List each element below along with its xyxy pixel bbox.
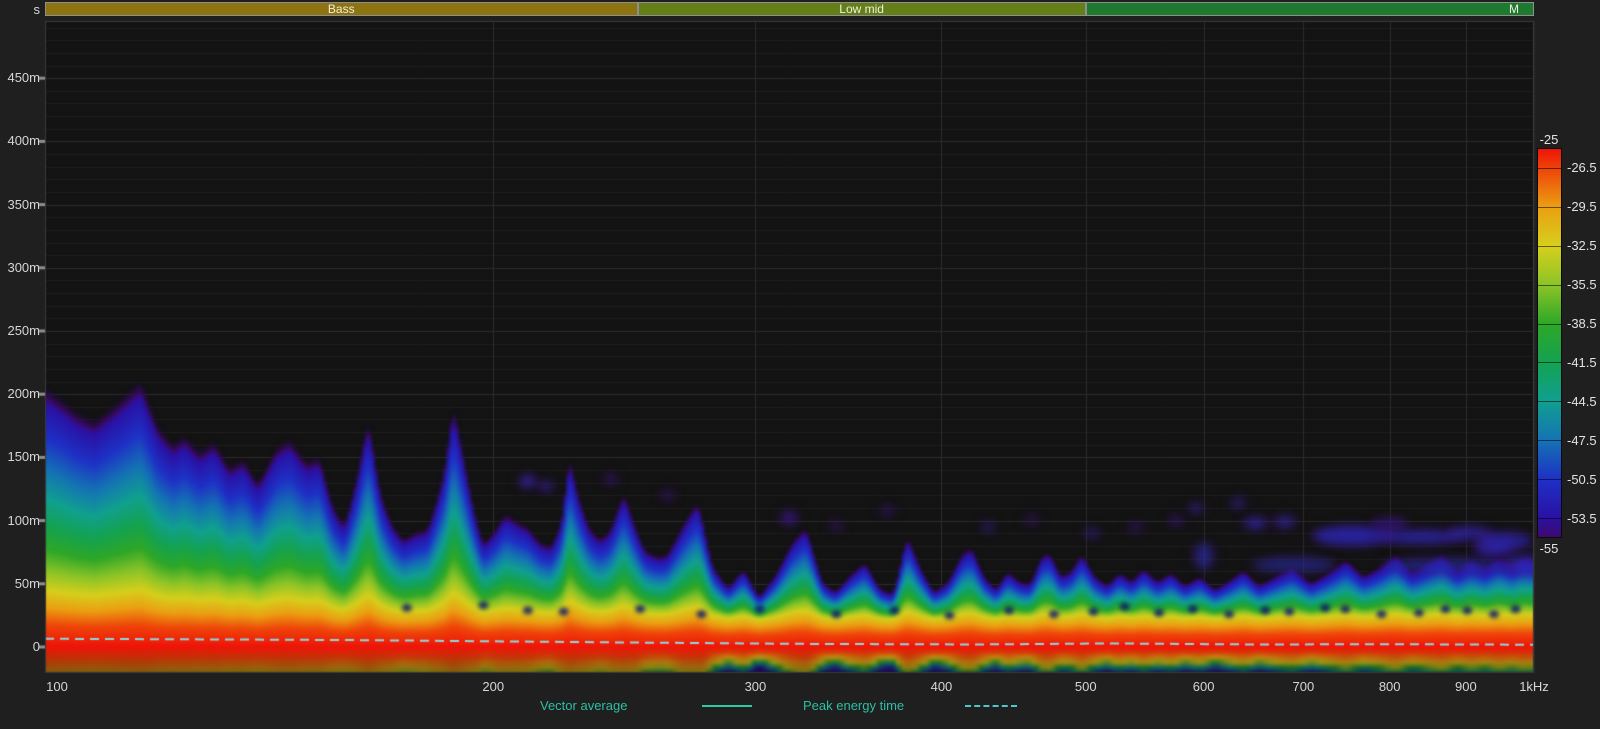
x-tick-label: 400 [919, 679, 963, 695]
band-bass: Bass [45, 2, 638, 16]
color-scale-tick-label: -35.5 [1567, 277, 1597, 293]
vector-average-label: Vector average [540, 699, 627, 713]
band-low-mid: Low mid [638, 2, 1086, 16]
y-tick-label: 50m [0, 576, 40, 592]
color-scale-tick-label: -44.5 [1567, 394, 1597, 410]
x-tick-label: 500 [1064, 679, 1108, 695]
color-scale-tick-label: -26.5 [1567, 160, 1597, 176]
color-scale-separator [1538, 285, 1561, 286]
dashed-line-swatch [965, 705, 1017, 707]
x-tick-label: 700 [1281, 679, 1325, 695]
x-tick-label: 800 [1368, 679, 1412, 695]
band-m: M [1086, 2, 1534, 16]
band-label: Low mid [639, 3, 1085, 15]
color-scale-tick-label: -38.5 [1567, 316, 1597, 332]
y-tick-label: 0 [0, 639, 40, 655]
x-tick-label: 200 [471, 679, 515, 695]
y-tick-label: 150m [0, 449, 40, 465]
color-scale-tick-label: -32.5 [1567, 238, 1597, 254]
color-scale-separator [1538, 207, 1561, 208]
y-tick-label: 250m [0, 323, 40, 339]
color-scale-separator [1538, 479, 1561, 480]
spectrogram-canvas[interactable] [0, 0, 1600, 729]
y-tick-label: 350m [0, 197, 40, 213]
x-tick-label: 900 [1444, 679, 1488, 695]
y-axis-unit-label: s [0, 2, 40, 18]
color-scale-tick-label: -41.5 [1567, 355, 1597, 371]
color-scale-separator [1538, 324, 1561, 325]
color-scale-separator [1538, 401, 1561, 402]
color-scale-separator [1538, 168, 1561, 169]
frequency-band-strip: BassLow midM [45, 2, 1534, 16]
spectrogram-window: s 450m 400m 350m 300m 250m 200m 150m 100m 50m 0 1… [0, 0, 1600, 729]
band-label: Bass [46, 3, 637, 15]
solid-line-swatch [702, 705, 752, 707]
color-scale-tick-label: -53.5 [1567, 511, 1597, 527]
x-tick-label: 1kHz [1512, 679, 1556, 695]
y-tick-label: 300m [0, 260, 40, 276]
color-scale-separator [1538, 518, 1561, 519]
y-tick-label: 100m [0, 513, 40, 529]
y-tick-label: 450m [0, 70, 40, 86]
color-scale-tick-label: -29.5 [1567, 199, 1597, 215]
x-tick-label: 600 [1182, 679, 1226, 695]
peak-energy-time-label: Peak energy time [803, 699, 904, 713]
color-scale-bar [1537, 148, 1562, 538]
color-scale-separator [1538, 362, 1561, 363]
y-tick-label: 200m [0, 386, 40, 402]
x-tick-label: 100 [35, 679, 79, 695]
color-scale-tick-label: -55 [1524, 541, 1574, 557]
y-tick-label: 400m [0, 133, 40, 149]
x-tick-label: 300 [733, 679, 777, 695]
band-label: M [1087, 3, 1533, 15]
color-scale-tick-label: -47.5 [1567, 433, 1597, 449]
color-scale-separator [1538, 246, 1561, 247]
color-scale-tick-label: -25 [1524, 132, 1574, 148]
color-scale-separator [1538, 440, 1561, 441]
color-scale-tick-label: -50.5 [1567, 472, 1597, 488]
